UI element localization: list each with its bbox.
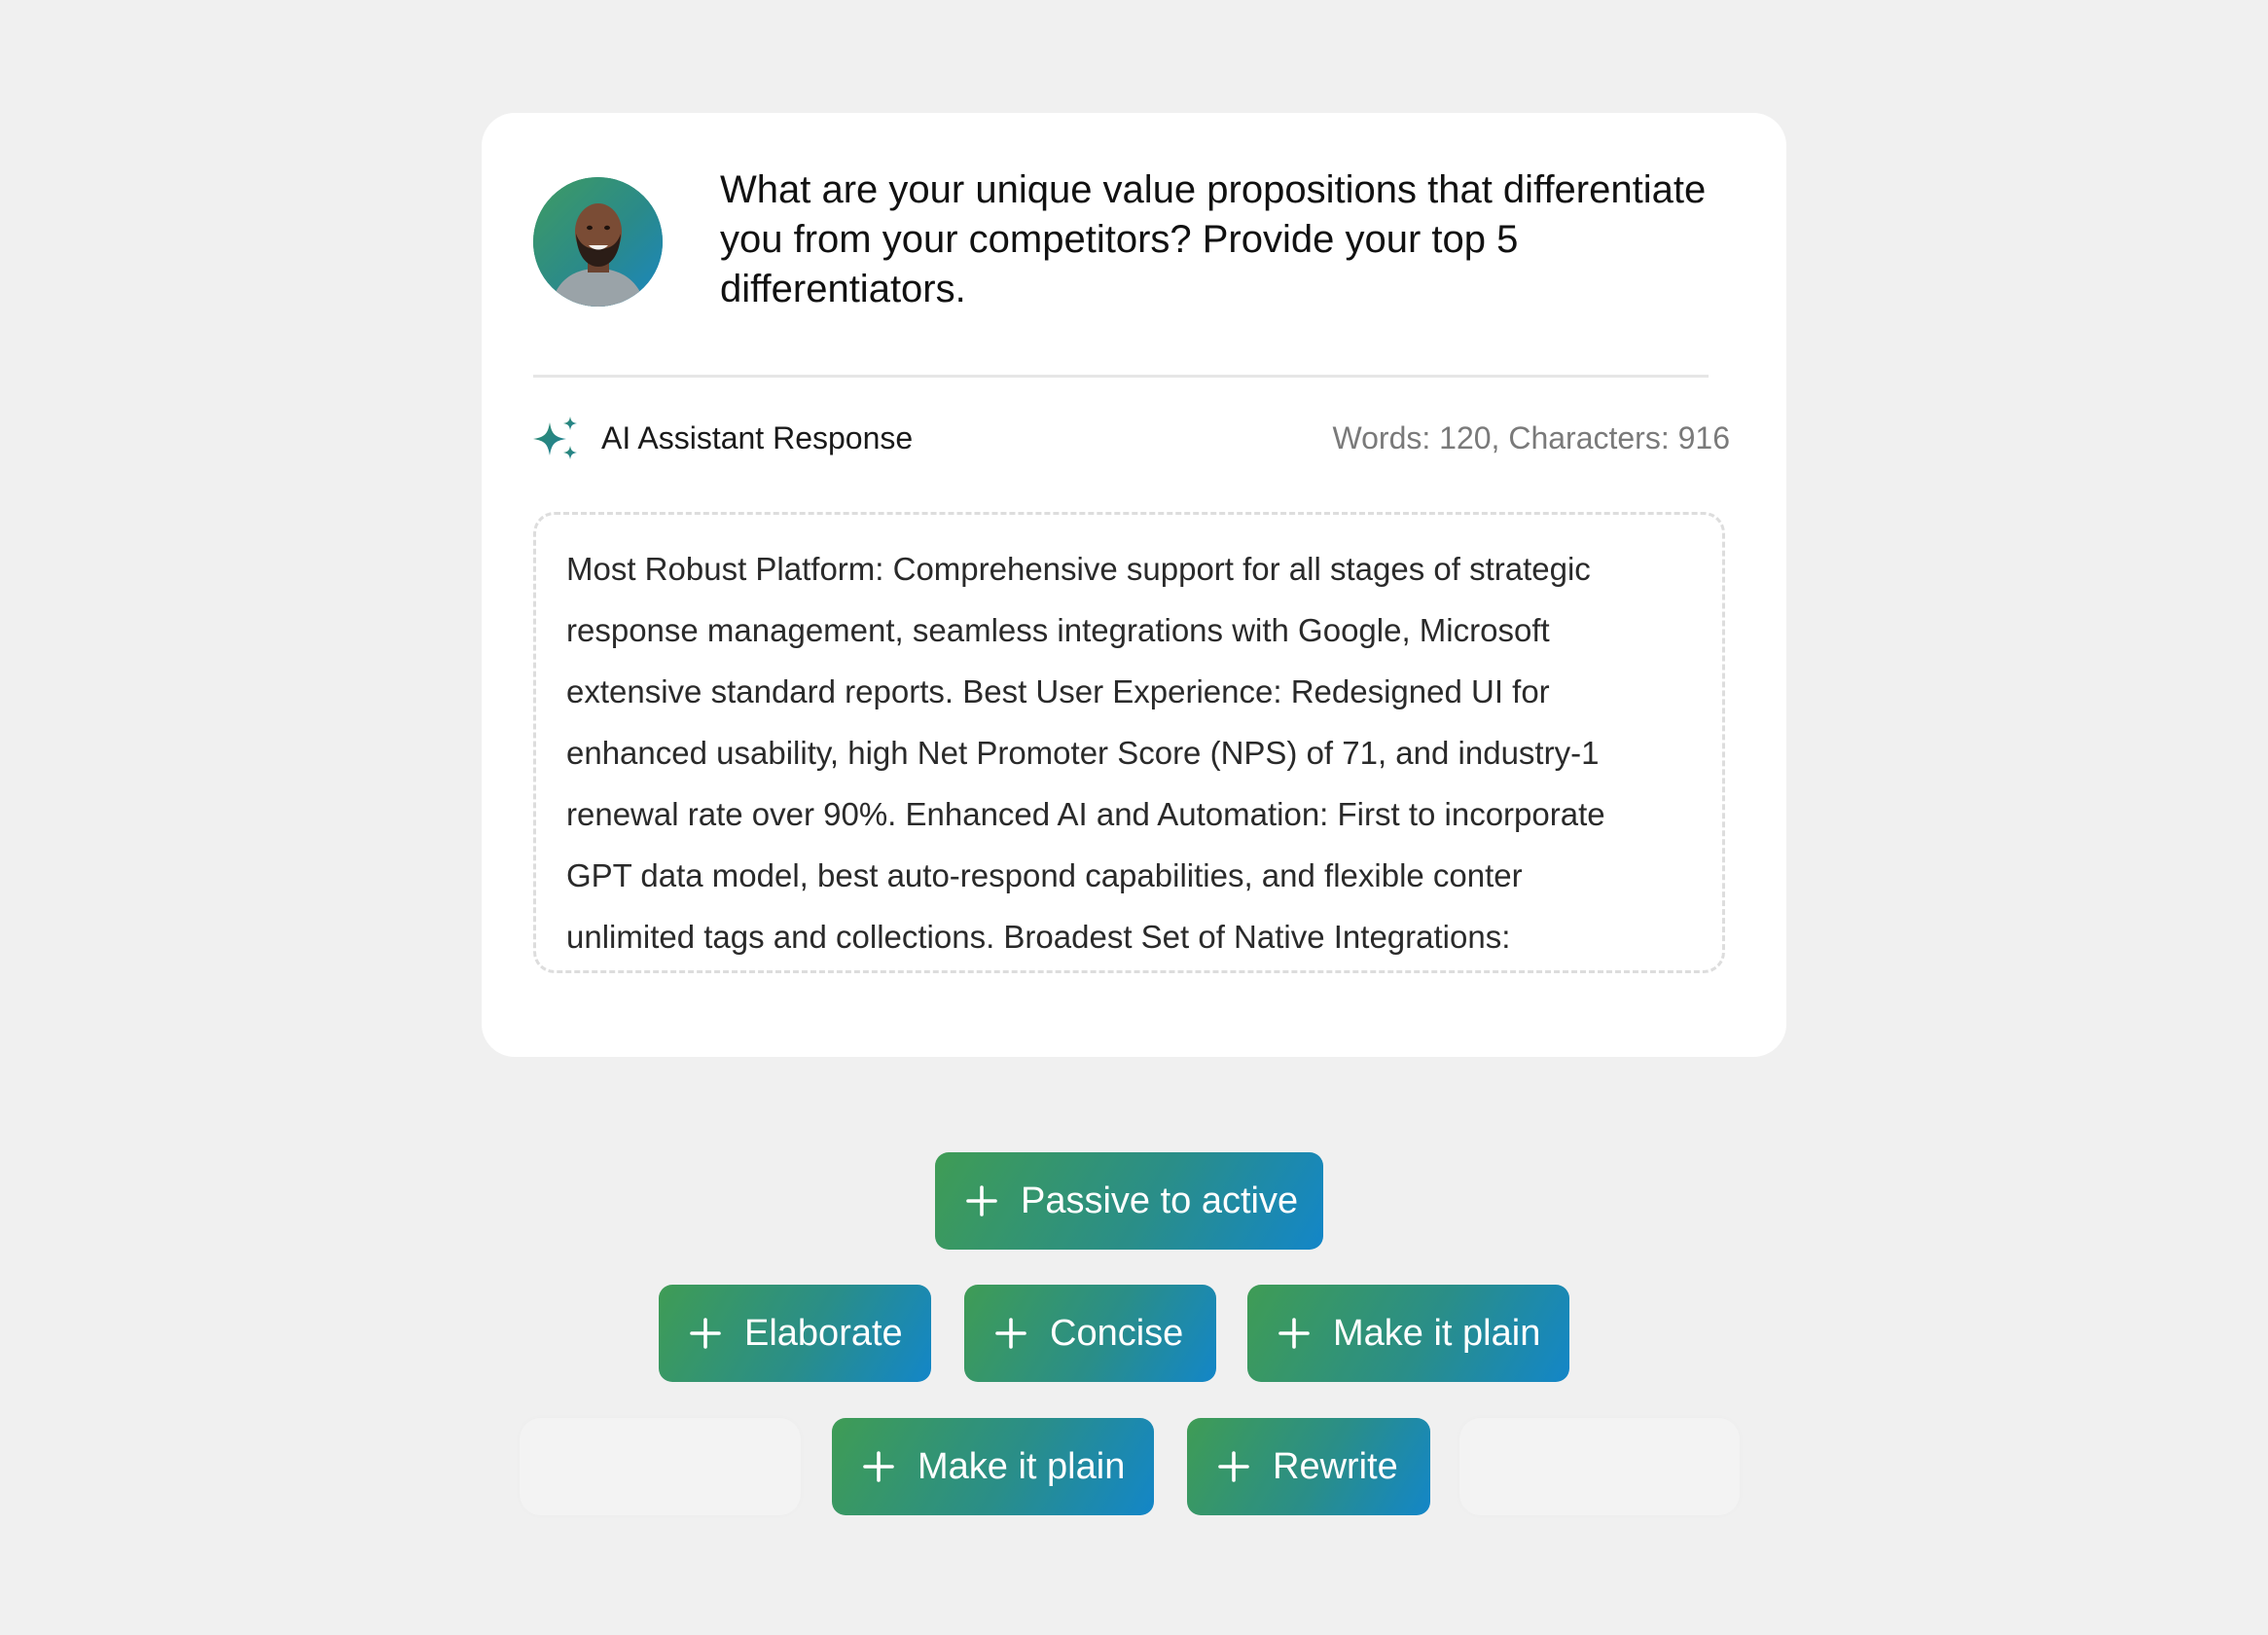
- plus-icon: [863, 1451, 894, 1482]
- concise-button[interactable]: Concise: [964, 1285, 1216, 1382]
- plus-icon: [966, 1185, 997, 1217]
- plus-icon: [1218, 1451, 1249, 1482]
- faded-chip-placeholder: [1459, 1418, 1740, 1515]
- response-line: response management, seamless integratio…: [566, 612, 1550, 648]
- response-text-area[interactable]: Most Robust Platform: Comprehensive supp…: [533, 512, 1725, 973]
- response-line: renewal rate over 90%. Enhanced AI and A…: [566, 796, 1605, 832]
- response-line: unlimited tags and collections. Broadest…: [566, 919, 1511, 955]
- response-line: Most Robust Platform: Comprehensive supp…: [566, 551, 1591, 587]
- plus-icon: [690, 1318, 721, 1349]
- plus-icon: [995, 1318, 1026, 1349]
- faded-chip-placeholder: [520, 1418, 801, 1515]
- make-it-plain-button[interactable]: Make it plain: [1247, 1285, 1569, 1382]
- sparkle-icon: [533, 417, 577, 459]
- question-card: What are your unique value propositions …: [482, 113, 1786, 1057]
- response-title: AI Assistant Response: [601, 420, 914, 455]
- response-line: GPT data model, best auto-respond capabi…: [566, 857, 1523, 893]
- question-text: What are your unique value propositions …: [720, 168, 1707, 310]
- word-character-count: Words: 120, Characters: 916: [1332, 420, 1731, 455]
- button-label: Make it plain: [918, 1446, 1126, 1487]
- response-line: enhanced usability, high Net Promoter Sc…: [566, 735, 1600, 771]
- user-avatar-icon: [533, 177, 663, 307]
- avatar: [533, 177, 663, 307]
- divider: [533, 375, 1709, 378]
- button-label: Concise: [1050, 1313, 1184, 1354]
- plus-icon: [1278, 1318, 1310, 1349]
- make-it-plain-button[interactable]: Make it plain: [832, 1418, 1154, 1515]
- elaborate-button[interactable]: Elaborate: [659, 1285, 931, 1382]
- rewrite-button[interactable]: Rewrite: [1187, 1418, 1430, 1515]
- response-line: extensive standard reports. Best User Ex…: [566, 673, 1550, 709]
- button-label: Make it plain: [1333, 1313, 1541, 1354]
- button-label: Rewrite: [1273, 1446, 1398, 1487]
- response-header: AI Assistant Response Words: 120, Charac…: [533, 415, 1730, 463]
- passive-to-active-button[interactable]: Passive to active: [935, 1152, 1323, 1250]
- button-label: Elaborate: [744, 1313, 903, 1354]
- button-label: Passive to active: [1021, 1181, 1299, 1221]
